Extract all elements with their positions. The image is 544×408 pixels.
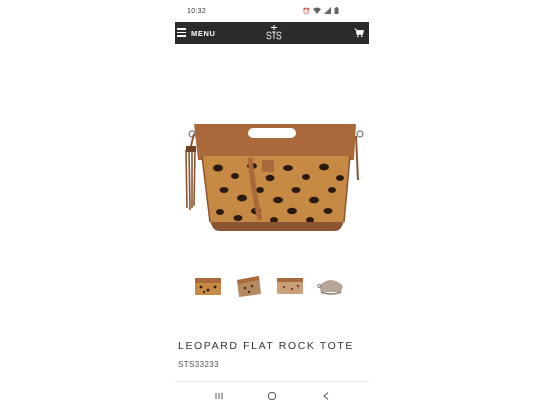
thumbnail-back[interactable] [274, 270, 306, 302]
status-time: 10:32 [187, 8, 207, 15]
signal-icon [324, 7, 331, 17]
thumbnail-front[interactable] [192, 270, 224, 302]
home-icon[interactable] [267, 391, 277, 401]
thumbnail-side[interactable] [315, 270, 347, 302]
status-icons: ⏰ [303, 7, 339, 17]
android-navigation-bar [175, 384, 369, 408]
product-title: LEOPARD FLAT ROCK TOTE [178, 340, 355, 352]
product-image-leopard-tote[interactable] [180, 110, 364, 235]
status-bar: 10:32 ⏰ [175, 0, 369, 22]
back-icon[interactable] [321, 391, 331, 401]
menu-label: MENU [191, 29, 216, 38]
menu-button[interactable]: MENU [175, 22, 225, 44]
battery-icon [334, 7, 339, 17]
top-navigation-bar: MENU [175, 22, 369, 44]
sts-logo[interactable] [264, 24, 284, 44]
product-sku: STS33233 [178, 360, 220, 369]
thumbnail-strip [175, 270, 369, 302]
phone-screen: 10:32 ⏰ MENU LEOPARD FLAT ROCK TOTE STS3… [175, 0, 369, 408]
alarm-icon: ⏰ [302, 8, 310, 15]
recent-apps-icon[interactable] [214, 391, 224, 401]
divider [175, 381, 369, 382]
hamburger-icon [177, 28, 186, 37]
wifi-icon [313, 7, 321, 17]
cart-icon[interactable] [354, 28, 364, 38]
thumbnail-angle[interactable] [233, 270, 265, 302]
